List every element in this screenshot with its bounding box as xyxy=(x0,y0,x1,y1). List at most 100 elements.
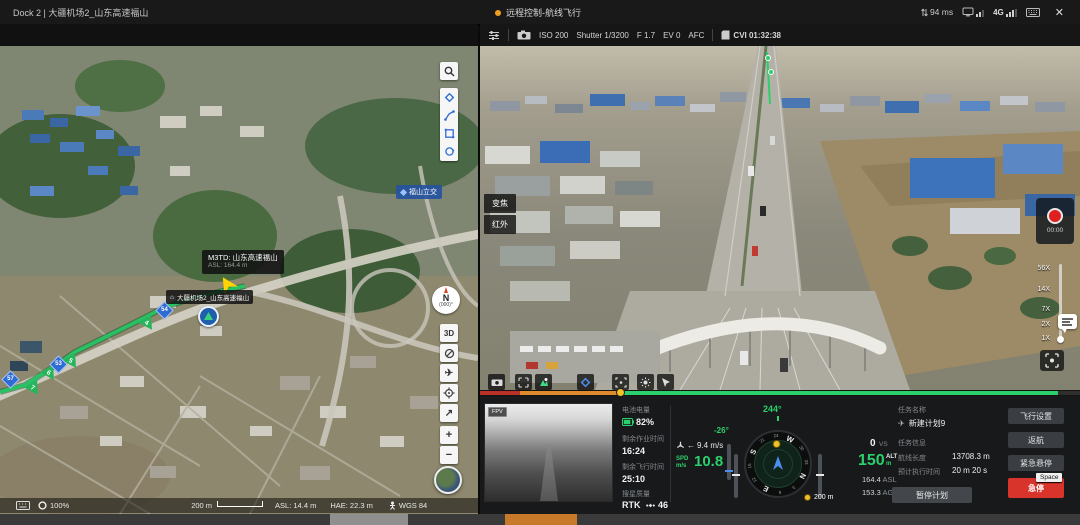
lens-zoom-button[interactable]: 变焦 xyxy=(484,194,516,213)
shutter-value[interactable]: Shutter 1/3200 xyxy=(576,31,628,40)
focus-mode[interactable]: AFC xyxy=(688,31,704,40)
mission-progress-bar xyxy=(480,391,1080,395)
circle-icon xyxy=(38,501,47,510)
camera-settings-icon[interactable] xyxy=(488,30,500,41)
dji-dock-remote-control-window: Dock 2 | 大疆机场2_山东高速福山 远程控制-航线飞行 94 ms 4G… xyxy=(0,0,1080,525)
camera-feed-image xyxy=(480,46,1080,390)
cellular-indicator: 4G xyxy=(993,8,1017,17)
camera-icon[interactable] xyxy=(517,30,531,40)
draw-line-tool[interactable] xyxy=(442,108,456,123)
home-distance: 200 m xyxy=(804,494,833,501)
zoom-level-label[interactable]: 2X xyxy=(1030,321,1050,328)
home-point-icon xyxy=(772,440,781,449)
battery-label: 电池电量 xyxy=(622,405,650,415)
battery-value: 82% xyxy=(636,417,654,427)
record-icon xyxy=(1047,208,1063,224)
route-length-value: 13708.3 m xyxy=(952,452,990,461)
window-title: Dock 2 | 大疆机场2_山东高速福山 xyxy=(13,6,148,19)
dock-marker-icon[interactable] xyxy=(198,306,219,327)
pointer-button[interactable] xyxy=(657,374,674,390)
map-compass[interactable]: N (000)° xyxy=(432,286,460,314)
map-datum: WGS 84 xyxy=(389,501,427,510)
right-attitude-gauge xyxy=(818,454,822,498)
battery-icon xyxy=(622,418,634,426)
satellite-map[interactable]: 4 5 6 7 54 53 57 M3TD: 山东高速福山 ASL: 164.4… xyxy=(0,46,478,514)
map-zoom-in-button[interactable]: + xyxy=(440,426,458,444)
map-aircraft-button[interactable]: ✈ xyxy=(440,364,458,382)
camera-settings-bar: ISO 200 Shutter 1/3200 F 1.7 EV 0 AFC CV… xyxy=(480,24,1080,46)
fpv-label: FPV xyxy=(488,407,507,417)
waypoint-tool-button[interactable] xyxy=(577,374,594,390)
dock-map-label[interactable]: ⌂ 大疆机场2_山东高速福山 xyxy=(166,290,253,304)
record-button[interactable]: 00:00 xyxy=(1036,198,1074,244)
zoom-level-label[interactable]: 14X xyxy=(1030,286,1050,293)
iso-value[interactable]: ISO 200 xyxy=(539,31,568,40)
zoom-slider-handle[interactable] xyxy=(1057,336,1064,343)
map-locate-button[interactable] xyxy=(440,384,458,402)
lens-ir-button[interactable]: 红外 xyxy=(484,215,516,234)
space-key-hint: Space xyxy=(1036,473,1062,482)
zoom-level-label[interactable]: 1X xyxy=(1030,335,1050,342)
drone-info-card[interactable]: M3TD: 山东高速福山 ASL: 164.4 m xyxy=(202,250,284,274)
status-dot-icon xyxy=(495,10,501,16)
placemark-icon xyxy=(538,377,549,388)
map-3d-button[interactable]: 3D xyxy=(440,324,458,342)
placemark-button[interactable] xyxy=(535,374,552,390)
record-time: 00:00 xyxy=(1047,227,1063,234)
fullscreen-button[interactable] xyxy=(1040,350,1064,371)
map-pan-button[interactable]: ↗ xyxy=(440,404,458,422)
map-search-button[interactable] xyxy=(440,62,458,80)
spotlight-button[interactable] xyxy=(637,374,654,390)
fpv-thumbnail[interactable]: FPV xyxy=(484,403,613,502)
hdmi-signal-indicator xyxy=(962,7,984,17)
grid-icon xyxy=(518,377,529,388)
wind-direction-arrow: ← xyxy=(687,441,695,450)
map-satellite-imagery xyxy=(0,46,478,514)
map-scale-bar xyxy=(217,501,263,507)
fpv-camera-icon xyxy=(491,378,503,387)
heading-tick xyxy=(777,416,779,421)
close-button[interactable]: ✕ xyxy=(1049,6,1070,19)
speed-value: 10.8 xyxy=(694,453,723,470)
draw-orbit-tool[interactable] xyxy=(442,144,456,159)
map-asl-readout: ASL: 14.4 m xyxy=(275,501,316,510)
zoom-level-label[interactable]: 7X xyxy=(1030,306,1050,313)
draw-polygon-tool[interactable] xyxy=(442,126,456,141)
satellite-label: 搜星质量 xyxy=(622,489,650,499)
flight-settings-button[interactable]: 飞行设置 xyxy=(1008,408,1064,424)
speed-unit-label: SPD m/s xyxy=(676,456,688,469)
cellular-signal-bars xyxy=(1006,9,1017,17)
map-draw-tools xyxy=(440,88,458,161)
surveyor-icon xyxy=(389,501,396,510)
fpv-camera-button[interactable] xyxy=(488,374,505,390)
aperture-value[interactable]: F 1.7 xyxy=(637,31,655,40)
emergency-hover-button[interactable]: 紧急悬停 xyxy=(1008,455,1064,471)
latency-value: 94 ms xyxy=(930,7,953,17)
basemap-switcher[interactable] xyxy=(434,466,462,494)
return-home-button[interactable]: 返航 xyxy=(1008,432,1064,448)
pause-plan-button[interactable]: 暂停计划 xyxy=(892,487,972,503)
draw-point-tool[interactable] xyxy=(442,90,456,105)
heading-value: 244° xyxy=(763,404,782,414)
map-panel: 机库直播 xyxy=(0,24,478,514)
circle-arrow-icon xyxy=(444,146,455,157)
keyboard-icon[interactable] xyxy=(1026,8,1040,17)
map-zoom-out-button[interactable]: − xyxy=(440,446,458,464)
map-hae-readout: HAE: 22.3 m xyxy=(330,501,373,510)
ev-value[interactable]: EV 0 xyxy=(663,31,680,40)
telemetry-panel: FPV 电池电量 82% 剩余作业时间 16:24 剩余飞行时间 25:10 搜… xyxy=(480,396,1080,514)
compass-needle-icon xyxy=(444,287,448,293)
vs-value: 0 xyxy=(870,438,876,449)
drone-asl: ASL: 164.4 m xyxy=(208,262,278,270)
split-view-button[interactable] xyxy=(515,374,532,390)
camera-feed[interactable]: 变焦 红外 00:00 56X 14X 7X 2X 1X xyxy=(480,46,1080,390)
keyboard-shortcut-icon[interactable] xyxy=(16,501,30,510)
dock-name: 大疆机场2_山东高速福山 xyxy=(177,292,249,302)
message-bubble-icon[interactable] xyxy=(1058,314,1077,329)
route-plan-icon: ✈ xyxy=(898,419,905,428)
vs-label: VS xyxy=(879,441,888,448)
satellite-count: 46 xyxy=(658,500,668,510)
map-view-percent[interactable]: 100% xyxy=(38,501,69,510)
zoom-level-label[interactable]: 56X xyxy=(1030,265,1050,272)
map-nofly-zone-button[interactable] xyxy=(440,344,458,362)
